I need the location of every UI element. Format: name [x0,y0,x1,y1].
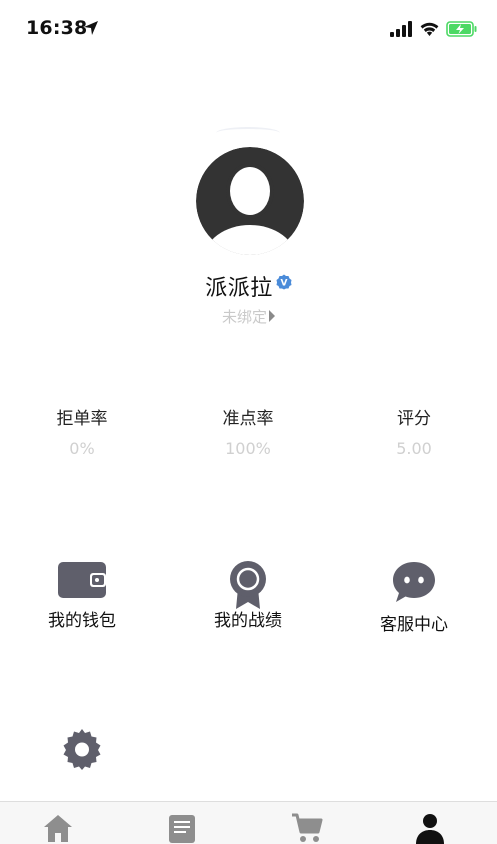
location-arrow-icon [84,21,98,35]
medal-icon [230,561,266,609]
signal-icon [390,21,412,37]
stat-label: 拒单率 [56,409,108,429]
bind-status-text: 未绑定 [221,307,267,326]
menu-label: 我的钱包 [48,611,116,631]
stat-label: 准点率 [222,409,274,429]
menu-label: 客服中心 [380,615,448,635]
wallet-icon [58,562,106,598]
bind-status-link[interactable]: 未绑定 [0,305,497,327]
stat-label: 评分 [397,409,431,429]
stat-value: 0% [69,439,95,458]
avatar[interactable] [196,147,304,255]
menu-achievements[interactable]: 我的战绩 [183,560,313,631]
stat-rating: 评分 5.00 [349,405,479,458]
stat-value: 100% [225,439,271,458]
username-row: 派派拉 V [0,270,497,302]
username: 派派拉 [205,276,273,301]
stat-rejection-rate: 拒单率 0% [17,405,147,458]
chat-icon [393,562,435,602]
status-time: 16:38 [26,17,88,39]
gear-icon [63,729,101,770]
menu-customer-service[interactable]: 客服中心 [349,560,479,635]
person-icon[interactable] [414,812,446,844]
menu-label: 我的战绩 [214,611,282,631]
cart-icon[interactable] [291,812,323,844]
battery-charging-icon [446,21,477,37]
stat-value: 5.00 [396,439,432,458]
home-icon[interactable] [42,812,74,844]
svg-text:V: V [280,279,287,289]
avatar-glow [216,127,280,139]
menu-settings[interactable] [17,727,147,777]
stats-row: 拒单率 0% 准点率 100% 评分 5.00 [0,405,497,475]
status-bar: 16:38 [0,0,497,60]
verified-badge-icon: V [276,274,292,290]
stat-on-time-rate: 准点率 100% [183,405,313,458]
wifi-icon [420,22,439,36]
chevron-right-icon [269,310,275,322]
menu-wallet[interactable]: 我的钱包 [17,560,147,631]
list-icon[interactable] [166,812,198,844]
tab-bar [0,801,497,844]
